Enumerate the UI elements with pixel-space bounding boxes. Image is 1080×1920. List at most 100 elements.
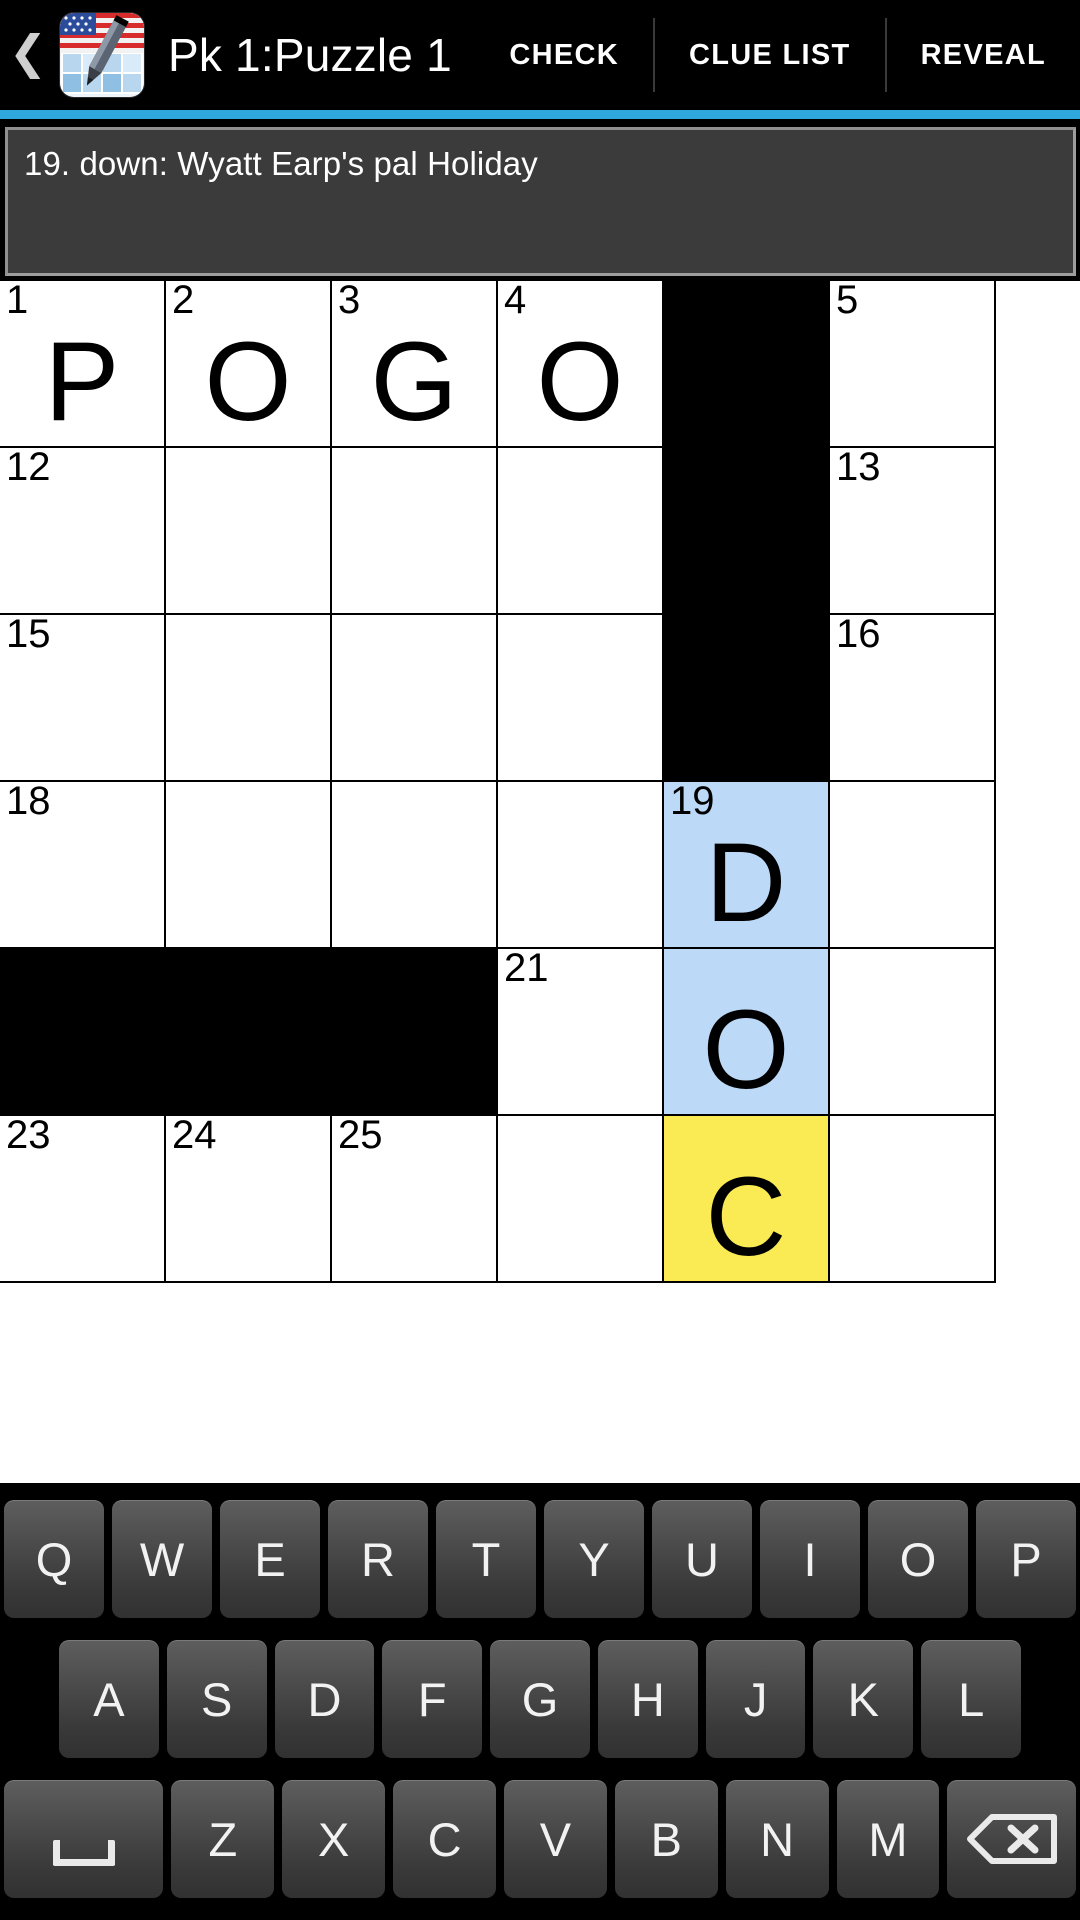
keyboard-row-3: ZXCVBNM <box>0 1769 1080 1909</box>
grid-cell[interactable] <box>332 782 498 949</box>
grid-row: 15 16 <box>0 612 1080 782</box>
grid-cell[interactable] <box>498 615 664 782</box>
grid-cell[interactable]: C <box>664 1116 830 1283</box>
grid-cell[interactable] <box>166 448 332 615</box>
cell-letter: O <box>204 318 292 444</box>
app-icon[interactable] <box>60 13 144 97</box>
grid-cell[interactable] <box>166 782 332 949</box>
grid-row: 21 O <box>0 946 1080 1116</box>
grid-cell-block <box>664 615 830 782</box>
key-f[interactable]: F <box>382 1640 483 1758</box>
grid-cell[interactable] <box>332 448 498 615</box>
reveal-button[interactable]: REVEAL <box>887 0 1080 110</box>
cell-letter: G <box>370 318 458 444</box>
key-h[interactable]: H <box>597 1640 698 1758</box>
backspace-icon <box>966 1814 1057 1864</box>
grid-row: 1P2O3G4O 5 <box>0 281 1080 448</box>
backspace-key[interactable] <box>947 1780 1077 1898</box>
cell-number: 24 <box>172 1113 217 1157</box>
key-r[interactable]: R <box>328 1500 428 1618</box>
clue-bar[interactable]: 19. down: Wyatt Earp's pal Holiday <box>5 127 1076 276</box>
back-icon[interactable]: ❮ <box>0 0 56 110</box>
grid-cell[interactable]: 1P <box>0 281 166 448</box>
space-bar-icon <box>52 1840 115 1866</box>
key-g[interactable]: G <box>490 1640 590 1758</box>
grid-cell[interactable]: 18 <box>0 779 166 949</box>
app-bar: ❮ Pk 1:Puzzle 1 CHECK CLUE LIST REVEAL <box>0 0 1080 110</box>
grid-cell[interactable] <box>830 782 996 949</box>
grid-cell[interactable]: 15 <box>0 612 166 782</box>
grid-cell-block <box>664 448 830 615</box>
cell-letter: O <box>702 986 790 1112</box>
crossword-grid[interactable]: 1 P 2 O 3 G 4 O 5 12 13 15 16 18 19 D 21 O 23 24 25 C <box>0 281 1080 1483</box>
grid-cell-block <box>332 949 498 1116</box>
key-e[interactable]: E <box>220 1500 320 1618</box>
grid-cell[interactable]: 21 <box>498 946 664 1116</box>
grid-cell[interactable] <box>830 1116 996 1283</box>
key-v[interactable]: V <box>504 1780 607 1898</box>
key-b[interactable]: B <box>614 1780 718 1898</box>
key-o[interactable]: O <box>868 1500 968 1618</box>
key-a[interactable]: A <box>59 1640 159 1758</box>
key-n[interactable]: N <box>725 1780 829 1898</box>
key-s[interactable]: S <box>166 1640 267 1758</box>
grid-cell[interactable]: 24 <box>166 1113 332 1283</box>
cell-number: 16 <box>836 612 881 656</box>
grid-cell[interactable]: 23 <box>0 1114 166 1283</box>
grid-cell[interactable] <box>332 615 498 782</box>
key-j[interactable]: J <box>705 1640 806 1758</box>
grid-cell[interactable]: O <box>664 949 830 1116</box>
key-z[interactable]: Z <box>171 1780 275 1898</box>
key-y[interactable]: Y <box>544 1500 644 1618</box>
key-i[interactable]: I <box>760 1500 860 1618</box>
grid-cell[interactable]: 19 D <box>664 780 830 949</box>
grid-cell[interactable] <box>166 615 332 782</box>
cell-letter: D <box>705 819 787 945</box>
grid-cell[interactable]: 5 <box>830 281 996 448</box>
cell-number: 21 <box>504 946 549 990</box>
grid-cell-block <box>166 949 332 1116</box>
grid-row: 18 19 D <box>0 779 1080 949</box>
key-c[interactable]: C <box>393 1780 496 1898</box>
grid-row: 23 24 25 C <box>0 1113 1080 1283</box>
cell-letter: C <box>705 1153 787 1279</box>
key-l[interactable]: L <box>921 1640 1022 1758</box>
clue-list-button[interactable]: CLUE LIST <box>655 0 885 110</box>
cell-number: 18 <box>6 779 51 823</box>
grid-cell[interactable]: 13 <box>830 446 996 615</box>
key-u[interactable]: U <box>652 1500 752 1618</box>
grid-cell[interactable]: 16 <box>830 612 996 782</box>
check-button[interactable]: CHECK <box>475 0 653 110</box>
keyboard-row-2: ASDFGHJKL <box>0 1629 1080 1769</box>
clue-text: 19. down: Wyatt Earp's pal Holiday <box>24 145 538 182</box>
accent-bar <box>0 110 1080 119</box>
grid-cell-block <box>664 281 830 448</box>
cell-letter: O <box>536 318 624 444</box>
keyboard-row-1: QWERTYUIOP <box>0 1489 1080 1629</box>
grid-cell[interactable]: 25 <box>332 1113 498 1283</box>
space-key[interactable] <box>4 1780 164 1898</box>
key-m[interactable]: M <box>836 1780 940 1898</box>
app-bar-actions: CHECK CLUE LIST REVEAL <box>475 0 1080 110</box>
cell-number: 25 <box>338 1113 383 1157</box>
key-t[interactable]: T <box>436 1500 536 1618</box>
grid-cell-block <box>0 949 166 1116</box>
grid-cell[interactable]: 3G <box>332 281 498 448</box>
on-screen-keyboard: QWERTYUIOP ASDFGHJKL ZXCVBNM <box>0 1483 1080 1920</box>
cell-number: 15 <box>6 612 51 656</box>
key-d[interactable]: D <box>274 1640 375 1758</box>
key-x[interactable]: X <box>282 1780 386 1898</box>
cell-letter: P <box>44 318 120 444</box>
key-p[interactable]: P <box>976 1500 1076 1618</box>
grid-cell[interactable] <box>498 1116 664 1283</box>
grid-cell[interactable] <box>498 448 664 615</box>
grid-cell[interactable] <box>830 949 996 1116</box>
key-k[interactable]: K <box>813 1640 914 1758</box>
key-q[interactable]: Q <box>4 1500 104 1618</box>
grid-cell[interactable]: 4O <box>498 281 664 448</box>
cell-number: 5 <box>836 281 859 322</box>
grid-cell[interactable]: 2O <box>166 281 332 448</box>
grid-cell[interactable]: 12 <box>0 446 166 615</box>
grid-cell[interactable] <box>498 782 664 949</box>
key-w[interactable]: W <box>112 1500 212 1618</box>
